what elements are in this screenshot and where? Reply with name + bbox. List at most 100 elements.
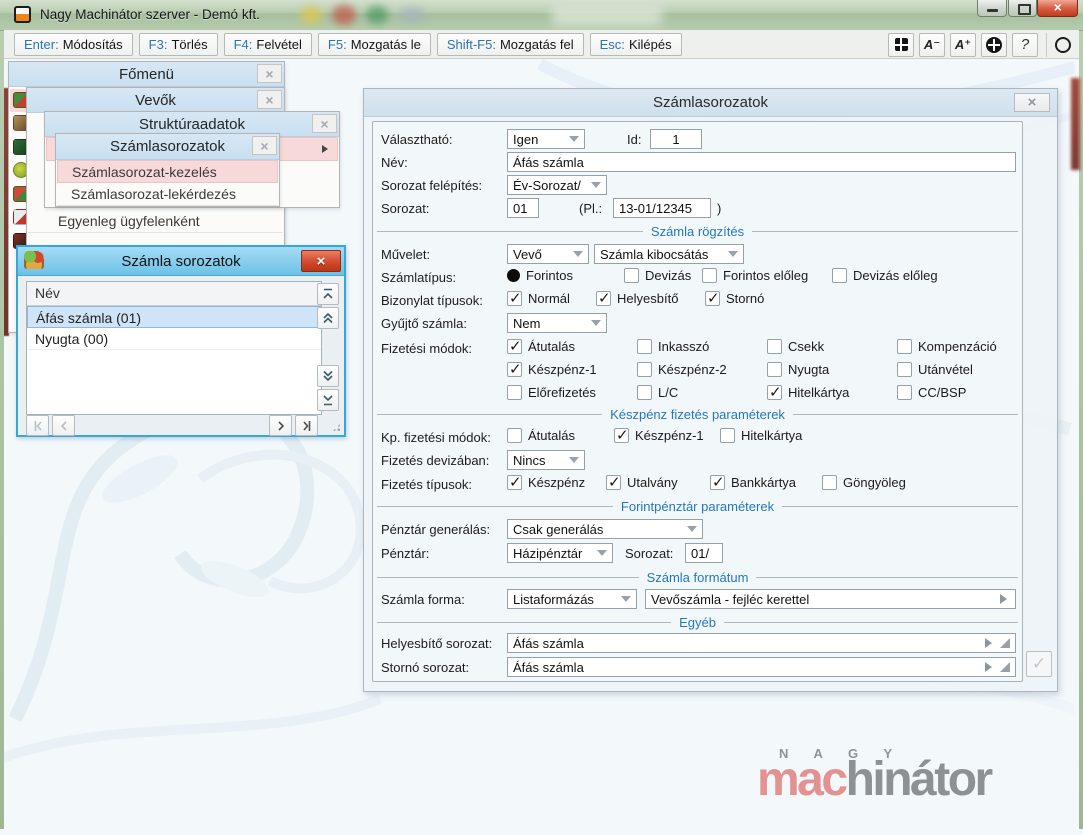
maximize-button[interactable]: [1008, 0, 1037, 17]
section-keszpenz-fizetes: Készpénz fizetés paraméterek: [377, 406, 1018, 422]
helyesbito-sorozat-field[interactable]: Áfás számla: [507, 633, 1016, 653]
toolbar-button-mozgatas-fel[interactable]: Shift-F5:Mozgatás fel: [437, 33, 584, 56]
felepites-select[interactable]: Év-Sorozat/: [507, 175, 607, 195]
series-list[interactable]: Név Áfás számla (01) Nyugta (00): [26, 281, 322, 415]
nev-field[interactable]: Áfás számla: [507, 152, 1016, 172]
glass-blur-blob: [400, 7, 424, 23]
checkbox-keszpenz-1[interactable]: Készpénz-1: [507, 362, 597, 377]
muvelet-select[interactable]: Vevő: [507, 244, 589, 264]
checkbox-kp-keszpenz-1[interactable]: Készpénz-1: [614, 428, 704, 443]
penztar-generalas-select[interactable]: Csak generálás: [507, 519, 703, 539]
penztar-select[interactable]: Házipénztár: [507, 543, 613, 563]
close-icon[interactable]: [257, 90, 282, 109]
toolbar-button-modositas[interactable]: Enter:Módosítás: [14, 33, 133, 56]
list-window-szamla-sorozatok[interactable]: Számla sorozatok Név Áfás számla (01) Ny…: [16, 245, 346, 437]
field-label: Név:: [381, 155, 408, 170]
checkbox-devizas[interactable]: Devizás: [624, 268, 691, 283]
navigate-icon[interactable]: [981, 33, 1007, 57]
menu-item-lekerdezes[interactable]: Számlasorozat-lekérdezés: [57, 183, 278, 206]
list-item-afas-szamla[interactable]: Áfás számla (01): [27, 306, 321, 328]
close-button[interactable]: [301, 250, 341, 272]
corner-triangle-icon: [1000, 638, 1010, 648]
list-item-nyugta[interactable]: Nyugta (00): [27, 328, 321, 350]
example-label: (Pl.:: [579, 201, 602, 216]
checkbox-csekk[interactable]: Csekk: [767, 339, 824, 354]
checkbox-storno[interactable]: Stornó: [705, 291, 764, 306]
toolbar-button-torles[interactable]: F3:Törlés: [139, 33, 218, 56]
last-page-button[interactable]: [295, 415, 318, 436]
field-label: Művelet:: [381, 247, 430, 262]
checkbox-ft-utalvany[interactable]: Utalvány: [606, 475, 678, 490]
checkbox-hitelkartya[interactable]: Hitelkártya: [767, 385, 849, 400]
checkbox-devizas-eloleg[interactable]: Devizás előleg: [832, 268, 938, 283]
previous-page-button[interactable]: [52, 415, 75, 436]
dialog-titlebar[interactable]: Számlasorozatok: [364, 89, 1057, 117]
checkbox-utanvetel[interactable]: Utánvétel: [897, 362, 973, 377]
valaszthato-select[interactable]: Igen: [507, 129, 585, 149]
checkbox-inkasszo[interactable]: Inkasszó: [637, 339, 709, 354]
checkbox-lc[interactable]: L/C: [637, 385, 678, 400]
menu-titlebar[interactable]: Számlasorozatok: [56, 134, 279, 160]
id-field[interactable]: 1: [650, 129, 702, 149]
muvelet-tipus-select[interactable]: Számla kibocsátás: [594, 244, 744, 264]
record-icon[interactable]: [1055, 37, 1071, 53]
close-icon[interactable]: [252, 136, 277, 155]
move-bottom-button[interactable]: [317, 389, 339, 411]
close-icon[interactable]: [312, 114, 337, 133]
checkbox-ccbsp[interactable]: CC/BSP: [897, 385, 966, 400]
checkbox-ft-bankkartya[interactable]: Bankkártya: [710, 475, 796, 490]
toolbar-button-kilepes[interactable]: Esc:Kilépés: [590, 33, 682, 56]
menu-window-szamlasorozatok[interactable]: Számlasorozatok Számlasorozat-kezelés Sz…: [55, 133, 280, 207]
option-label: Készpénz-2: [658, 362, 727, 377]
checkbox-nyugta[interactable]: Nyugta: [767, 362, 829, 377]
gyujto-select[interactable]: Nem: [507, 313, 607, 333]
checkbox-elorefizetes[interactable]: Előrefizetés: [507, 385, 596, 400]
next-page-button[interactable]: [269, 415, 292, 436]
move-down-button[interactable]: [317, 365, 339, 387]
storno-sorozat-field[interactable]: Áfás számla: [507, 657, 1016, 677]
move-up-button[interactable]: [317, 307, 339, 329]
menu-titlebar[interactable]: Főmenü: [9, 62, 284, 87]
sorozat-field[interactable]: 01: [507, 198, 539, 218]
titlebar[interactable]: Nagy Machinátor szerver - Demó kft.: [0, 0, 1083, 31]
deviza-select[interactable]: Nincs: [507, 450, 585, 470]
szamla-format-field[interactable]: Vevőszámla - fejléc kerettel: [645, 589, 1016, 609]
toolbar-button-mozgatas-le[interactable]: F5:Mozgatás le: [318, 33, 431, 56]
font-increase-icon[interactable]: [950, 33, 976, 57]
example-field[interactable]: 13-01/12345: [613, 198, 711, 218]
confirm-button[interactable]: [1026, 651, 1052, 677]
checkbox-kp-hitelkartya[interactable]: Hitelkártya: [720, 428, 802, 443]
szamla-forma-select[interactable]: Listaformázás: [507, 589, 637, 609]
radio-forintos[interactable]: Forintos: [507, 268, 573, 283]
checkbox-atutalas[interactable]: Átutalás: [507, 339, 575, 354]
checkbox-forintos-eloleg[interactable]: Forintos előleg: [702, 268, 808, 283]
checkbox-kompenzacio[interactable]: Kompenzáció: [897, 339, 997, 354]
move-top-button[interactable]: [317, 283, 339, 305]
font-decrease-icon[interactable]: [919, 33, 945, 57]
checkbox-ft-gongyoleg[interactable]: Göngyöleg: [822, 475, 906, 490]
toolbar-button-felvetel[interactable]: F4:Felvétel: [224, 33, 312, 56]
tiles-icon[interactable]: [888, 33, 914, 57]
close-icon[interactable]: [257, 64, 282, 83]
checkbox-ft-keszpenz[interactable]: Készpénz: [507, 475, 585, 490]
section-line: [377, 577, 639, 578]
chevron-down-icon: [569, 457, 579, 468]
close-button[interactable]: [1014, 93, 1050, 112]
checkbox-normal[interactable]: Normál: [507, 291, 570, 306]
penztar-sorozat-field[interactable]: 01/: [685, 543, 723, 563]
first-page-button[interactable]: [26, 415, 49, 436]
field-label: Választható:: [381, 132, 453, 147]
checkbox-keszpenz-2[interactable]: Készpénz-2: [637, 362, 727, 377]
menu-item-egyenleg[interactable]: Egyenleg ügyfelenként: [28, 210, 283, 233]
dialog-szamlasorozatok[interactable]: Számlasorozatok Választható: Igen Id: 1 …: [363, 88, 1058, 692]
option-label: Devizás: [645, 268, 691, 283]
help-icon[interactable]: [1012, 33, 1038, 57]
list-window-titlebar[interactable]: Számla sorozatok: [18, 247, 344, 276]
menu-item-kezeles[interactable]: Számlasorozat-kezelés: [57, 160, 278, 183]
checkbox-kp-atutalas[interactable]: Átutalás: [507, 428, 575, 443]
menu-titlebar[interactable]: Vevők: [27, 88, 284, 113]
resize-grip[interactable]: [332, 423, 341, 432]
minimize-button[interactable]: [977, 0, 1007, 17]
checkbox-helyesbito[interactable]: Helyesbítő: [596, 291, 678, 306]
close-button[interactable]: [1037, 0, 1078, 17]
